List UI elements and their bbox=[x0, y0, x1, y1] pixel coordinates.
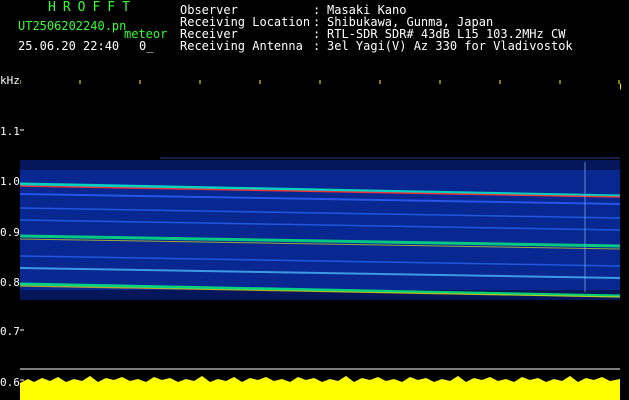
y-tick-0.8: 0.8 bbox=[0, 276, 20, 289]
meteor-count: 0_ bbox=[139, 39, 154, 53]
date-time: 25.06.20 22:40 bbox=[18, 39, 120, 53]
noise-band bbox=[20, 160, 620, 300]
brand-title: HROFFT bbox=[48, 0, 137, 15]
y-tick-0.9: 0.9 bbox=[0, 226, 20, 239]
antenna-value: 3el Yagi(V) Az 330 for Vladivostok bbox=[327, 39, 573, 53]
header-panel: HROFFT UT2506202240.pn meteor 25.06.20 2… bbox=[0, 0, 629, 72]
y-tick-0.7: 0.7 bbox=[0, 325, 20, 338]
y-tick-1.0: 1.0 bbox=[0, 175, 20, 188]
y-tick-0.6: 0.6 bbox=[0, 376, 20, 389]
y-tick-1.1: 1.1 bbox=[0, 125, 20, 138]
antenna-sep: : bbox=[313, 39, 321, 53]
spectrogram-waterfall bbox=[20, 80, 620, 400]
file-name: UT2506202240.pn bbox=[18, 19, 127, 33]
antenna-label: Receiving Antenna bbox=[180, 39, 303, 53]
